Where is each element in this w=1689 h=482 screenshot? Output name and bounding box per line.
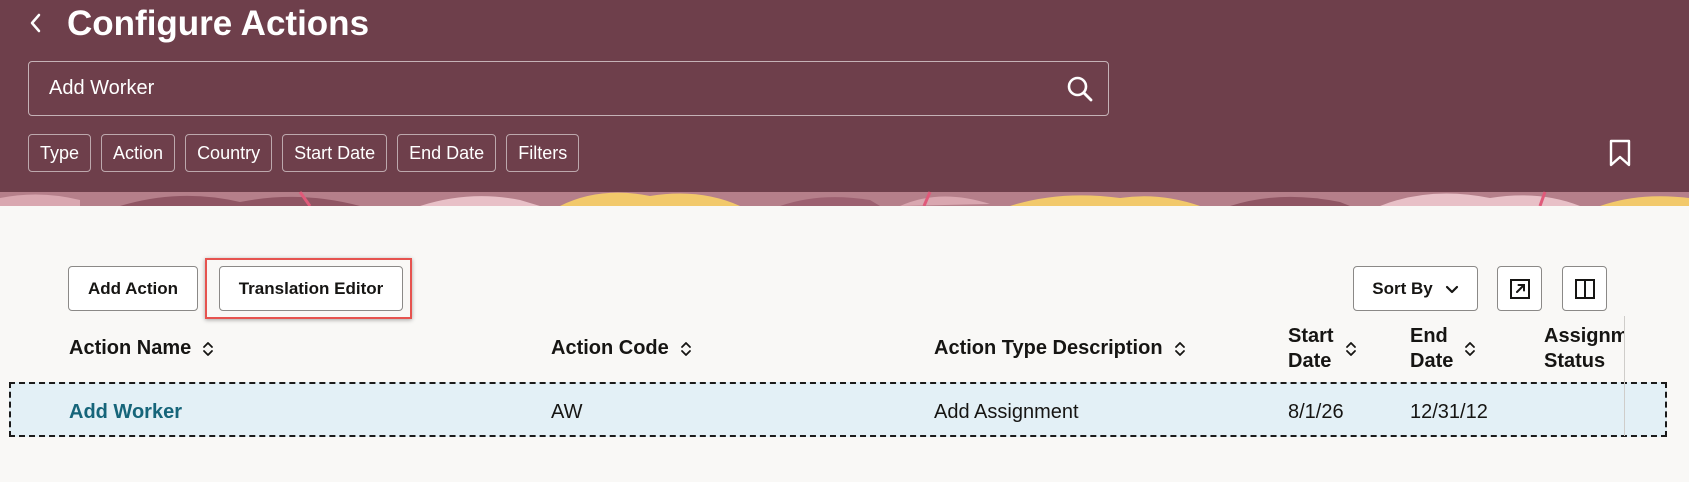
row-action-name-link[interactable]: Add Worker — [69, 400, 182, 425]
filter-chip-filters[interactable]: Filters — [506, 134, 580, 172]
columns-button[interactable] — [1562, 266, 1607, 311]
column-header-label: End — [1410, 325, 1448, 347]
search-icon[interactable] — [1066, 75, 1094, 103]
column-header-label: Action Code — [551, 337, 669, 359]
column-header-action-type-description[interactable]: Action Type Description — [934, 336, 1187, 361]
sort-by-label: Sort By — [1372, 279, 1433, 298]
sort-icon — [1465, 342, 1476, 356]
row-end-date: 12/31/12 — [1410, 401, 1488, 423]
row-action-code: AW — [551, 401, 583, 423]
row-start-date: 8/1/26 — [1288, 401, 1344, 423]
columns-icon — [1575, 279, 1595, 299]
column-header-end-date[interactable]: End Date — [1410, 324, 1477, 374]
export-button[interactable] — [1497, 266, 1542, 311]
column-divider — [1624, 316, 1625, 436]
column-header-action-code[interactable]: Action Code — [551, 336, 693, 361]
column-header-label: Start — [1288, 325, 1334, 347]
page-title: Configure Actions — [67, 4, 370, 43]
back-icon[interactable] — [25, 10, 47, 36]
sort-icon — [1345, 342, 1356, 356]
sort-icon — [203, 341, 214, 356]
sort-icon — [680, 341, 691, 356]
search-box[interactable] — [28, 61, 1109, 116]
filter-chip-end-date[interactable]: End Date — [397, 134, 497, 172]
translation-editor-button[interactable]: Translation Editor — [219, 266, 403, 311]
sort-icon — [1174, 341, 1185, 356]
filter-chip-type[interactable]: Type — [28, 134, 92, 172]
translation-editor-label: Translation Editor — [238, 279, 384, 298]
column-header-label: Assignm — [1544, 325, 1624, 347]
column-header-action-name[interactable]: Action Name — [69, 336, 215, 361]
column-header-label: Date — [1410, 350, 1454, 372]
column-header-start-date[interactable]: Start Date — [1288, 324, 1358, 374]
export-icon — [1510, 279, 1530, 299]
search-input[interactable] — [49, 62, 1049, 115]
add-action-button[interactable]: Add Action — [68, 266, 198, 311]
sort-by-button[interactable]: Sort By — [1353, 266, 1478, 311]
page-header: Configure Actions Type Action Country St… — [0, 0, 1689, 206]
chevron-down-icon — [1445, 285, 1458, 293]
column-header-label: Action Name — [69, 337, 192, 359]
filter-chip-start-date[interactable]: Start Date — [282, 134, 388, 172]
filter-chip-action[interactable]: Action — [101, 134, 176, 172]
column-header-label: Action Type Description — [934, 337, 1163, 359]
bookmark-icon[interactable] — [1608, 139, 1632, 167]
filter-chips: Type Action Country Start Date End Date … — [28, 134, 580, 172]
column-header-label: Status — [1544, 350, 1606, 372]
row-action-type-description: Add Assignment — [934, 401, 1079, 423]
column-header-assignment-status[interactable]: Assignm Status — [1544, 324, 1624, 374]
actions-table: Action Name Action Code Action Type Desc… — [0, 316, 1689, 482]
column-header-label: Date — [1288, 350, 1332, 372]
filter-chip-country[interactable]: Country — [185, 134, 273, 172]
